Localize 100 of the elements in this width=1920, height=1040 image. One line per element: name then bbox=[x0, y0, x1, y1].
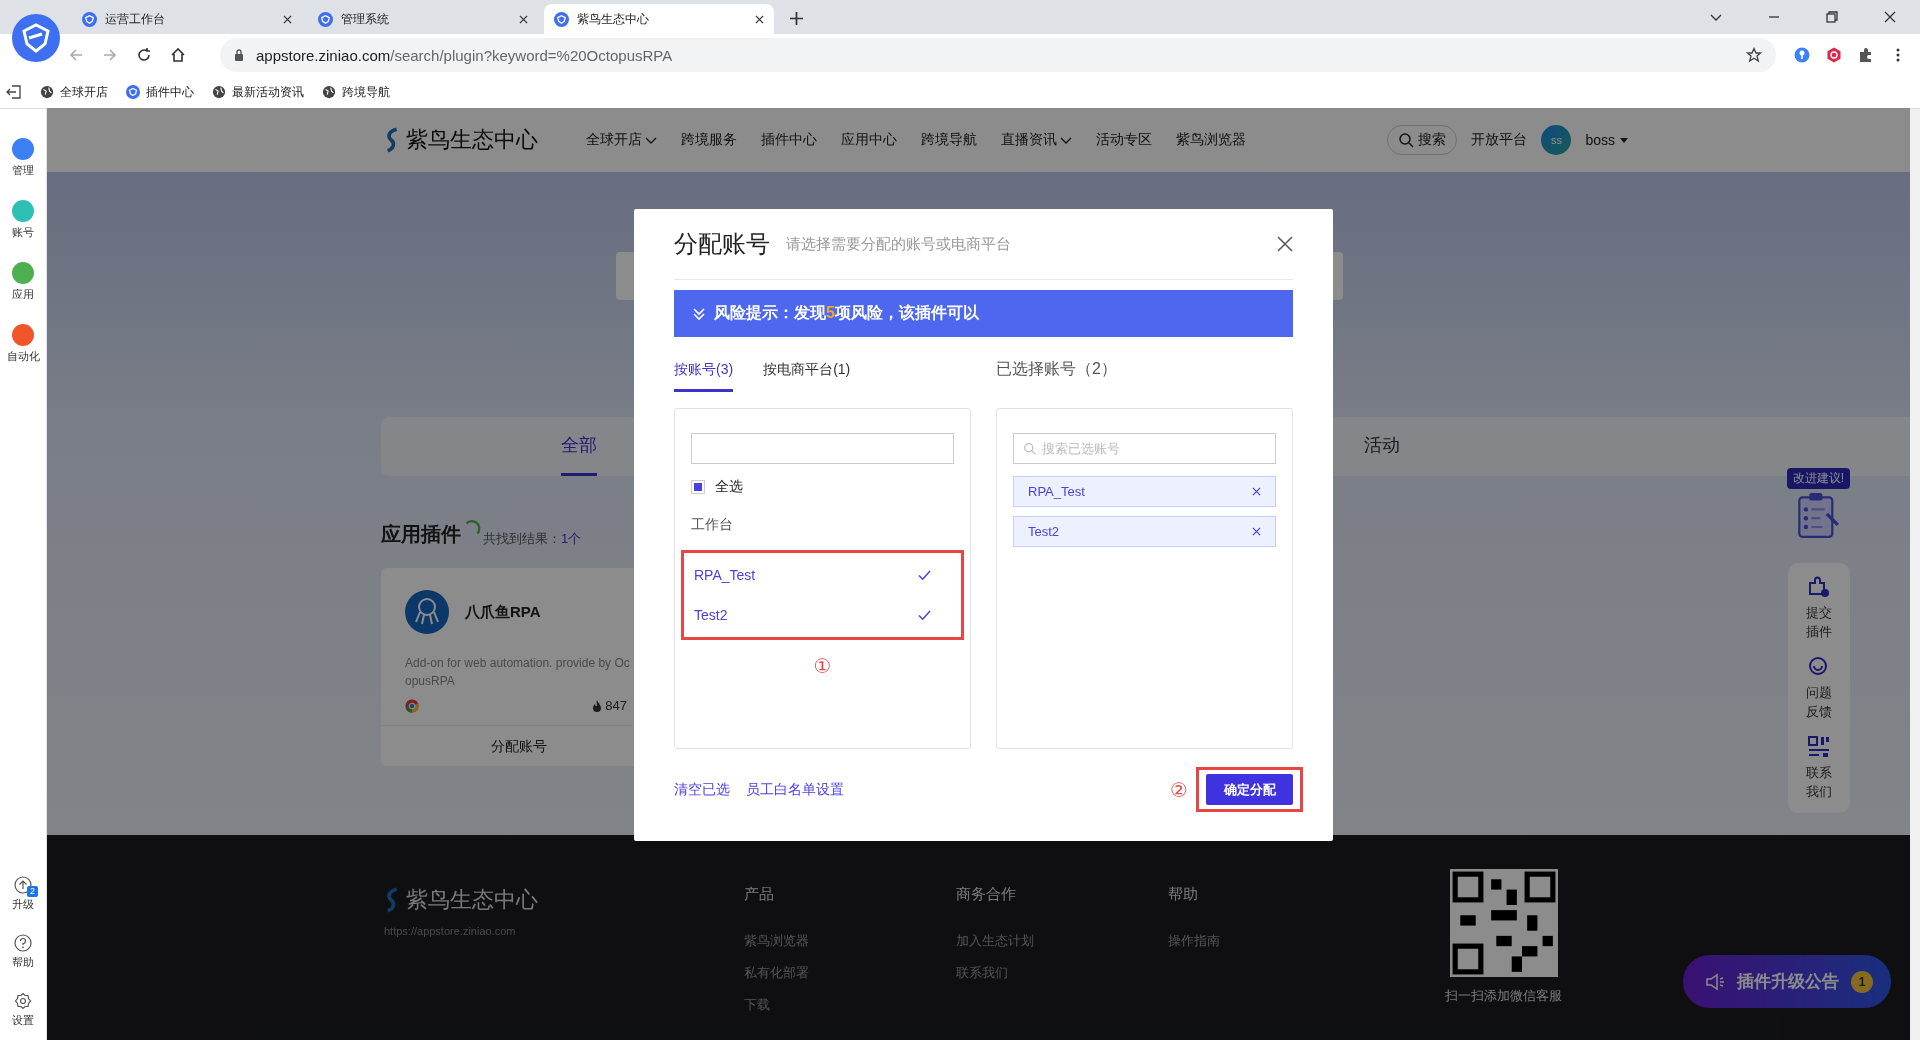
dialog-tab[interactable]: 按电商平台(1) bbox=[763, 353, 851, 392]
account-item[interactable]: Test2 bbox=[694, 595, 951, 635]
side-action[interactable]: 提交插件 bbox=[1799, 575, 1839, 641]
sidebar-item[interactable]: 设置 bbox=[5, 992, 41, 1028]
bookmark[interactable]: 全球开店 bbox=[40, 83, 108, 101]
sidebar-item[interactable]: 帮助 bbox=[5, 934, 41, 970]
shield-icon bbox=[318, 11, 333, 27]
footer-heading: 产品 bbox=[744, 885, 775, 904]
puzzle-icon bbox=[1807, 575, 1831, 599]
lock-icon bbox=[234, 49, 244, 61]
browser-tab[interactable]: 管理系统 bbox=[308, 4, 538, 34]
close-icon[interactable] bbox=[1884, 11, 1896, 23]
star-icon[interactable] bbox=[1746, 47, 1762, 63]
close-icon[interactable] bbox=[283, 14, 292, 24]
nav-link[interactable]: 插件中心 bbox=[761, 131, 817, 149]
search-icon bbox=[1023, 442, 1036, 455]
site-logo[interactable]: 紫鸟生态中心 bbox=[384, 125, 538, 155]
selected-title: 已选择账号（2） bbox=[996, 359, 1118, 379]
account-name: RPA_Test bbox=[1028, 484, 1085, 499]
globe-icon bbox=[212, 85, 226, 99]
qr-code-icon bbox=[1449, 869, 1558, 977]
category-tab[interactable]: 全部 bbox=[561, 417, 597, 476]
section-title: 应用插件 bbox=[381, 522, 461, 547]
count-badge: 2 bbox=[27, 886, 38, 897]
flame-icon bbox=[592, 699, 603, 712]
account-item[interactable]: RPA_Test bbox=[694, 555, 951, 595]
address-bar[interactable]: appstore.ziniao.com/search/plugin?keyword=%20OctopusRPA bbox=[220, 38, 1776, 72]
remove-icon[interactable] bbox=[1252, 527, 1261, 536]
sidebar-item[interactable]: 2 升级 bbox=[5, 876, 41, 912]
shield-icon bbox=[126, 85, 140, 99]
announcement-button[interactable]: 插件升级公告 1 bbox=[1683, 955, 1891, 1008]
confirm-button[interactable]: 确定分配 bbox=[1206, 774, 1293, 805]
footer-heading: 帮助 bbox=[1168, 885, 1199, 904]
sidebar-item[interactable]: 自动化 bbox=[0, 324, 47, 364]
select-all-checkbox[interactable]: 全选 bbox=[691, 478, 743, 496]
link[interactable]: 清空已选 bbox=[674, 780, 730, 799]
chrome-icon bbox=[405, 698, 419, 713]
risk-banner[interactable]: 风险提示：发现5项风险，该插件可以 bbox=[674, 290, 1293, 337]
step-number: ② bbox=[1170, 777, 1188, 802]
browser-tab[interactable]: 紫鸟生态中心 bbox=[544, 4, 774, 34]
scrollbar[interactable] bbox=[1910, 108, 1920, 1040]
home-icon[interactable] bbox=[170, 47, 186, 63]
bookmark[interactable]: 跨境导航 bbox=[322, 83, 390, 101]
hexagon-icon[interactable] bbox=[1826, 47, 1842, 63]
qr-code-icon bbox=[1807, 735, 1831, 759]
clipboard-icon[interactable] bbox=[1796, 491, 1841, 541]
browser-tab[interactable]: 运营工作台 bbox=[72, 4, 302, 34]
step-number: ① bbox=[812, 654, 833, 678]
group-label: 工作台 bbox=[691, 516, 734, 534]
plugin-description: Add-on for web automation. provide by Oc opusRPA bbox=[405, 655, 631, 690]
suggestion-tag[interactable]: 改进建议! bbox=[1786, 468, 1850, 489]
reload-icon[interactable] bbox=[136, 47, 152, 63]
globe-icon bbox=[322, 85, 336, 99]
bookmark[interactable]: 插件中心 bbox=[126, 83, 194, 101]
bookmark[interactable]: 最新活动资讯 bbox=[212, 83, 304, 101]
remove-icon[interactable] bbox=[1252, 487, 1261, 496]
new-tab-icon[interactable] bbox=[790, 12, 803, 25]
sidebar-item[interactable]: 账号 bbox=[5, 200, 41, 240]
settings-icon bbox=[14, 992, 32, 1010]
link[interactable]: 员工白名单设置 bbox=[746, 780, 844, 799]
speaker-icon bbox=[1705, 972, 1725, 991]
footer-logo[interactable]: 紫鸟生态中心 bbox=[384, 885, 696, 915]
close-icon[interactable] bbox=[755, 14, 764, 24]
dialog-title: 分配账号 bbox=[674, 229, 770, 259]
upload-icon bbox=[14, 876, 32, 894]
dialog-tab[interactable]: 按账号(3) bbox=[674, 353, 734, 392]
nav-link[interactable]: 跨境导航 bbox=[921, 131, 977, 149]
sidebar-item[interactable]: 管理 bbox=[5, 138, 41, 178]
restore-icon[interactable] bbox=[1826, 11, 1838, 23]
search-icon bbox=[1398, 132, 1415, 148]
nav-link[interactable]: 紫鸟浏览器 bbox=[1176, 131, 1246, 149]
exit-icon[interactable] bbox=[6, 84, 22, 100]
side-action[interactable]: 问题反馈 bbox=[1799, 655, 1839, 721]
nav-link[interactable]: 全球开店 bbox=[586, 131, 657, 149]
search-field[interactable] bbox=[691, 433, 954, 464]
double-chevron-icon bbox=[692, 306, 706, 321]
shield-icon bbox=[82, 11, 97, 27]
footer-heading: 商务合作 bbox=[956, 885, 1017, 904]
nav-link[interactable]: 应用中心 bbox=[841, 131, 897, 149]
count-badge: 1 bbox=[1851, 970, 1873, 993]
side-action[interactable]: 联系我们 bbox=[1799, 735, 1839, 801]
close-icon[interactable] bbox=[519, 14, 528, 24]
sidebar-item[interactable]: 应用 bbox=[5, 262, 41, 302]
key-icon[interactable] bbox=[1794, 47, 1810, 63]
hot-count: 847 bbox=[592, 698, 627, 713]
nav-link[interactable]: 直播资讯 bbox=[1001, 131, 1072, 149]
dialog-subtitle: 请选择需要分配的账号或电商平台 bbox=[786, 234, 1012, 254]
user-menu[interactable]: boss bbox=[1585, 132, 1630, 148]
nav-link[interactable]: 活动专区 bbox=[1096, 131, 1152, 149]
site-url: https://appstore.ziniao.com bbox=[384, 925, 517, 937]
close-icon[interactable] bbox=[1277, 236, 1293, 252]
octopus-icon bbox=[405, 590, 449, 634]
result-count: 共找到结果：1个 bbox=[483, 530, 582, 548]
help-icon bbox=[14, 934, 32, 952]
nav-link[interactable]: 跨境服务 bbox=[681, 131, 737, 149]
puzzle-icon[interactable] bbox=[1858, 47, 1874, 63]
category-tab[interactable]: 活动 bbox=[1364, 417, 1400, 476]
nav-link[interactable]: 开放平台 bbox=[1471, 131, 1528, 149]
account-name: Test2 bbox=[1028, 524, 1060, 539]
search-field[interactable]: 搜索已选账号 bbox=[1013, 433, 1276, 464]
